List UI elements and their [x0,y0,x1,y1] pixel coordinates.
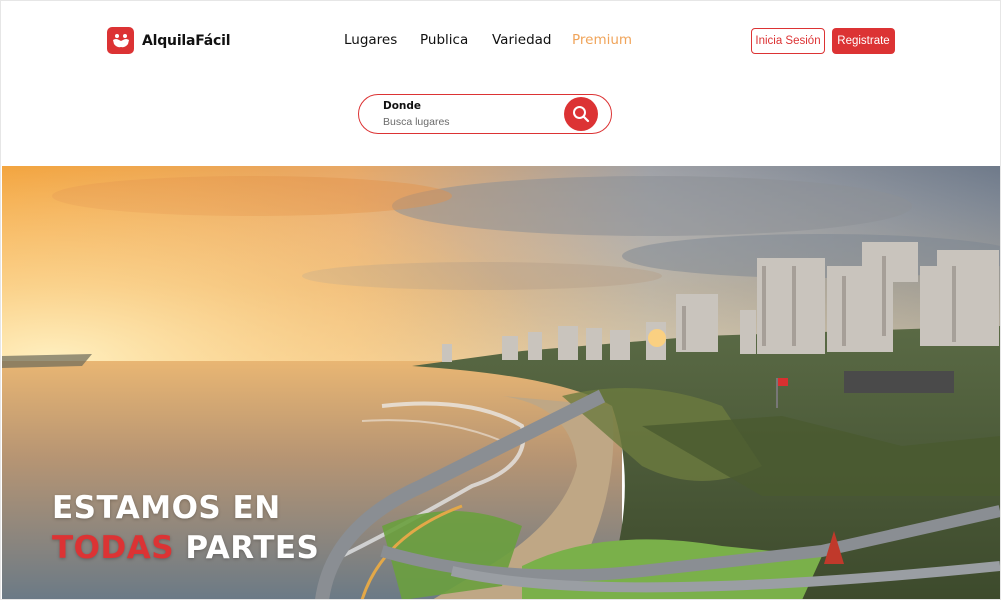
hero-title-line2: TODAS PARTES [52,528,319,568]
search-input[interactable] [383,116,553,128]
brand-name: AlquilaFácil [142,32,231,49]
nav-item-variedad[interactable]: Variedad [492,32,572,48]
nav-item-publica[interactable]: Publica [420,32,492,48]
page: AlquilaFácil Lugares Publica Variedad Pr… [0,0,1001,600]
hero-title-line1: ESTAMOS EN [52,490,281,526]
nav-item-lugares[interactable]: Lugares [344,32,420,48]
hero-banner: ESTAMOS EN TODAS PARTES [2,166,1000,599]
signup-button[interactable]: Registrate [832,28,895,54]
main-nav: Lugares Publica Variedad Premium [344,32,632,48]
hero-title-accent: TODAS [52,530,175,566]
hero-title-rest: PARTES [174,530,320,566]
hero-title: ESTAMOS EN TODAS PARTES [52,488,319,568]
login-button[interactable]: Inicia Sesión [751,28,825,54]
nav-item-premium[interactable]: Premium [572,32,632,48]
brand[interactable]: AlquilaFácil [107,27,231,54]
search-box[interactable]: Donde [358,94,612,134]
search-label: Donde [383,100,422,112]
handshake-icon [107,27,134,54]
search-icon [573,106,590,123]
search-button[interactable] [564,97,598,131]
